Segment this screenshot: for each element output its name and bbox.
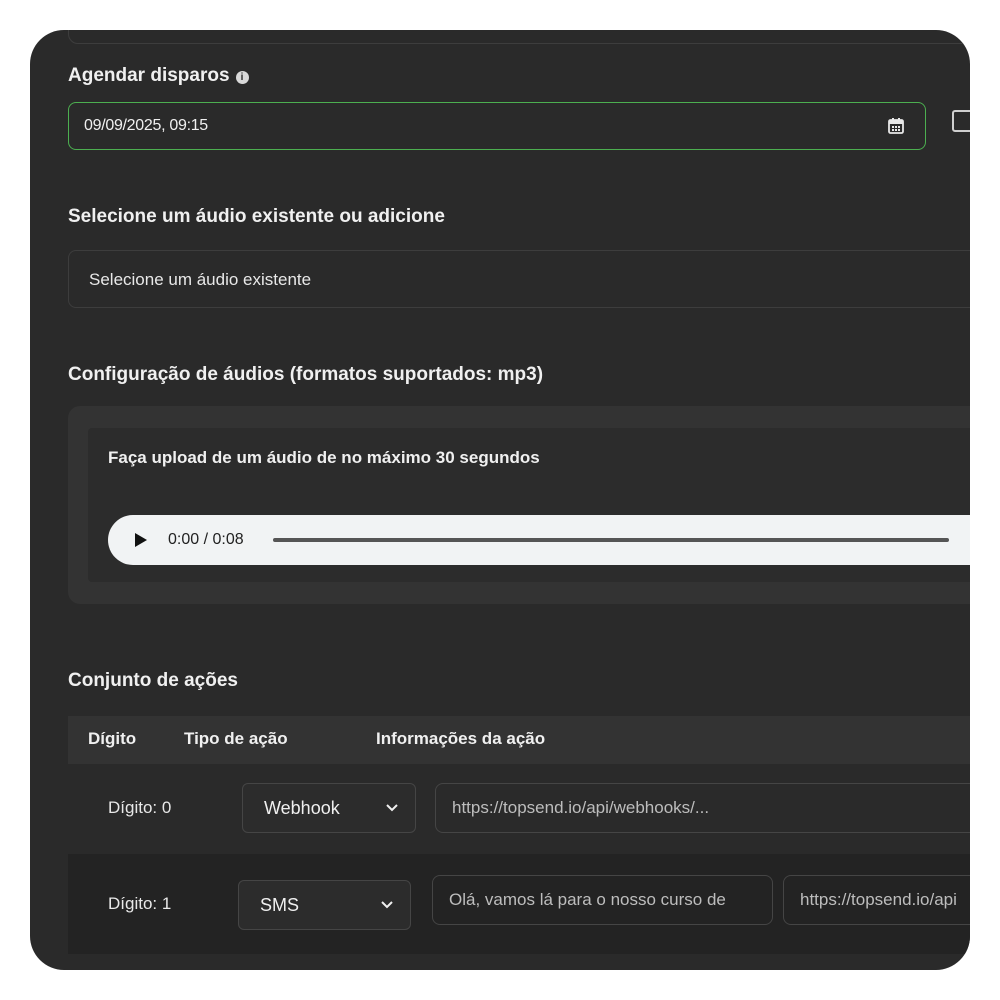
- webhook-url-input-0[interactable]: https://topsend.io/api/webhooks/...: [435, 783, 970, 833]
- info-icon[interactable]: i: [235, 71, 249, 84]
- row-digit-1: Dígito: 1: [108, 894, 172, 913]
- action-type-value-1: SMS: [260, 895, 300, 915]
- schedule-label: Agendar disparos i: [68, 65, 249, 87]
- previous-card: [68, 30, 970, 44]
- sms-url-input-1[interactable]: https://topsend.io/api: [783, 875, 970, 925]
- sms-message-value-1: Olá, vamos lá para o nosso curso de: [449, 890, 726, 909]
- schedule-datetime-input[interactable]: 09/09/2025, 09:15: [68, 102, 926, 150]
- audio-upload-box[interactable]: Faça upload de um áudio de no máximo 30 …: [88, 428, 970, 582]
- calendar-icon[interactable]: [887, 117, 905, 135]
- column-header-info: Informações da ação: [376, 729, 546, 748]
- audio-select-value: Selecione um áudio existente: [89, 270, 312, 289]
- audio-select-label: Selecione um áudio existente ou adicione: [68, 206, 445, 227]
- action-type-select-1[interactable]: SMS: [238, 880, 411, 930]
- schedule-datetime-value: 09/09/2025, 09:15: [84, 117, 208, 134]
- audio-time: 0:00 / 0:08: [168, 531, 244, 548]
- webhook-url-value-0: https://topsend.io/api/webhooks/...: [452, 798, 710, 817]
- actions-label: Conjunto de ações: [68, 670, 238, 691]
- sms-message-input-1[interactable]: Olá, vamos lá para o nosso curso de: [432, 875, 773, 925]
- schedule-checkbox[interactable]: [952, 110, 970, 132]
- column-header-digit: Dígito: [88, 729, 137, 748]
- play-icon[interactable]: [135, 533, 147, 547]
- row-digit-0: Dígito: 0: [108, 798, 172, 817]
- action-type-value-0: Webhook: [264, 798, 340, 818]
- chevron-down-icon: [386, 804, 398, 812]
- upload-hint: Faça upload de um áudio de no máximo 30 …: [108, 448, 540, 467]
- actions-table-header: Dígito Tipo de ação Informações da ação: [68, 716, 970, 764]
- audio-upload-panel: Faça upload de um áudio de no máximo 30 …: [68, 406, 970, 604]
- chevron-down-icon: [381, 901, 393, 909]
- action-type-select-0[interactable]: Webhook: [242, 783, 416, 833]
- column-header-type: Tipo de ação: [184, 729, 288, 748]
- app-window: Agendar disparos i 09/09/2025, 09:15 Sele…: [30, 30, 970, 970]
- audio-progress-track[interactable]: [273, 538, 949, 542]
- audio-player: 0:00 / 0:08: [108, 515, 970, 565]
- audio-select[interactable]: Selecione um áudio existente: [68, 250, 970, 308]
- audio-config-label: Configuração de áudios (formatos suporta…: [68, 364, 544, 385]
- sms-url-value-1: https://topsend.io/api: [800, 890, 957, 909]
